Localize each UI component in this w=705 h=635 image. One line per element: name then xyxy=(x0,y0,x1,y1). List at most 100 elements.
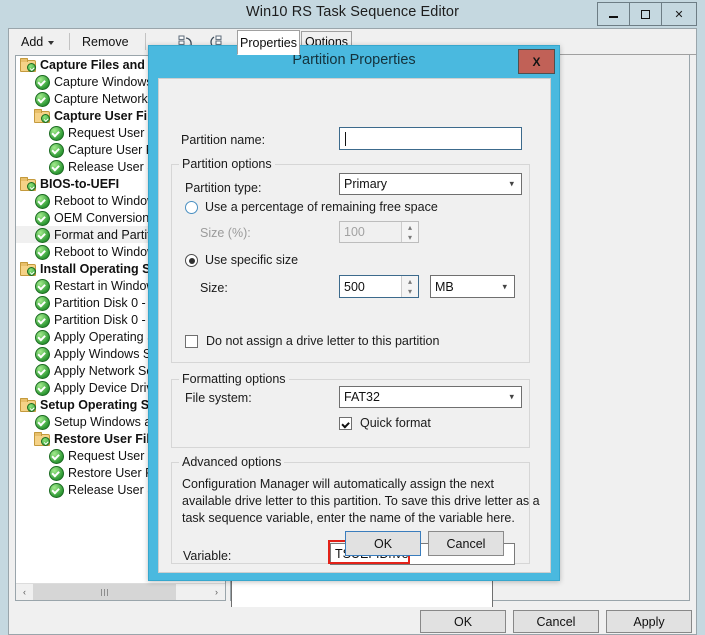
partition-type-combo[interactable]: Primary ▾ xyxy=(339,173,522,195)
partition-options-group-title: Partition options xyxy=(179,157,275,171)
spinner-up-icon[interactable]: ▴ xyxy=(402,276,418,287)
folder-group-icon xyxy=(34,431,50,446)
folder-group-icon xyxy=(34,108,50,123)
close-button[interactable]: ✕ xyxy=(661,2,697,26)
tree-item-label: Capture User Fi xyxy=(68,142,157,157)
enabled-step-icon xyxy=(34,295,50,311)
tab-properties[interactable]: Properties xyxy=(237,30,300,55)
formatting-options-group-title: Formatting options xyxy=(179,372,289,386)
chevron-left-icon: ‹ xyxy=(23,587,26,597)
dialog-close-button[interactable]: X xyxy=(518,49,555,74)
tree-item-label: Restore User Fil xyxy=(54,431,150,446)
tree-item-label: Apply Windows Set xyxy=(54,346,162,361)
dialog-titlebar: Partition Properties X xyxy=(149,46,559,78)
enabled-badge-icon xyxy=(41,114,50,123)
scroll-left-button[interactable]: ‹ xyxy=(16,584,33,600)
no-drive-letter-checkbox[interactable] xyxy=(185,335,198,348)
maximize-icon xyxy=(641,9,650,19)
folder-group-icon xyxy=(20,261,36,276)
enabled-step-icon xyxy=(34,380,50,396)
spinner-down-icon[interactable]: ▾ xyxy=(402,232,418,242)
file-system-combo[interactable]: FAT32 ▾ xyxy=(339,386,522,408)
close-icon: ✕ xyxy=(674,8,684,21)
folder-group-icon xyxy=(20,397,36,412)
enabled-step-icon xyxy=(34,244,50,260)
dialog-button-bar: OK Cancel Apply xyxy=(8,607,697,635)
enabled-badge-icon xyxy=(41,437,50,446)
tree-horizontal-scrollbar[interactable]: ‹ › xyxy=(16,583,225,600)
enabled-step-icon xyxy=(34,414,50,430)
remove-button-label: Remove xyxy=(82,35,129,49)
enabled-badge-icon xyxy=(27,267,36,276)
percent-size-spin-buttons[interactable]: ▴ ▾ xyxy=(401,222,418,242)
spinner-up-icon[interactable]: ▴ xyxy=(402,222,418,232)
dialog-cancel-button[interactable]: Cancel xyxy=(428,531,504,556)
spinner-down-icon[interactable]: ▾ xyxy=(402,287,418,298)
partition-name-input[interactable] xyxy=(339,127,522,150)
enabled-step-icon xyxy=(48,159,64,175)
grip-line xyxy=(101,588,102,596)
tab-properties-label: Properties xyxy=(240,35,297,50)
specific-size-label: Size: xyxy=(200,281,228,295)
tree-item-label: Install Operating Sy xyxy=(40,261,158,276)
enabled-step-icon xyxy=(34,193,50,209)
size-unit-value: MB xyxy=(435,279,454,294)
maximize-button[interactable] xyxy=(629,2,661,26)
minimize-icon xyxy=(609,16,618,18)
quick-format-checkbox[interactable] xyxy=(339,417,352,430)
main-ok-button[interactable]: OK xyxy=(420,610,506,633)
scroll-right-button[interactable]: › xyxy=(208,584,225,600)
dialog-title: Partition Properties xyxy=(292,52,416,68)
grip-line xyxy=(104,588,105,596)
grip-line xyxy=(107,588,108,596)
minimize-button[interactable] xyxy=(597,2,629,26)
tree-item-label: Restore User Fi xyxy=(68,465,156,480)
partition-properties-dialog: Partition Properties X Partition name: P… xyxy=(148,45,560,581)
enabled-step-icon xyxy=(48,465,64,481)
use-specific-size-radio[interactable] xyxy=(185,254,198,267)
tree-item-label: Reboot to Windows xyxy=(54,244,163,259)
enabled-badge-icon xyxy=(27,182,36,191)
tree-item-label: Release User S xyxy=(68,159,156,174)
enabled-step-icon xyxy=(34,312,50,328)
tree-item-label: Release User S xyxy=(68,482,156,497)
tree-item-label: Partition Disk 0 - BI xyxy=(54,295,161,310)
main-apply-button[interactable]: Apply xyxy=(606,610,692,633)
add-button[interactable]: Add xyxy=(15,32,60,52)
main-ok-label: OK xyxy=(453,614,473,629)
folder-group-icon xyxy=(20,57,36,72)
tree-item-label: Restart in Windows xyxy=(54,278,162,293)
tree-item-label: Apply Device Drive xyxy=(54,380,160,395)
chevron-down-icon xyxy=(48,41,55,45)
enabled-badge-icon xyxy=(27,403,36,412)
toolbar-separator-1 xyxy=(69,33,70,50)
add-button-label: Add xyxy=(21,35,44,49)
main-apply-label: Apply xyxy=(633,614,665,629)
tree-item-label: Setup Operating Sys xyxy=(40,397,163,412)
tree-item-label: Request User S xyxy=(68,448,157,463)
enabled-step-icon xyxy=(48,448,64,464)
scrollbar-thumb[interactable] xyxy=(33,584,176,600)
no-drive-letter-label: Do not assign a drive letter to this par… xyxy=(206,334,440,348)
task-sequence-editor-window: Win10 RS Task Sequence Editor ✕ Add Remo… xyxy=(0,0,705,635)
main-cancel-button[interactable]: Cancel xyxy=(513,610,599,633)
dialog-ok-label: OK xyxy=(373,536,393,551)
dialog-body: Partition name: Partition options Partit… xyxy=(158,78,551,573)
window-titlebar: Win10 RS Task Sequence Editor ✕ xyxy=(0,0,705,28)
size-unit-combo[interactable]: MB ▾ xyxy=(430,275,515,298)
percent-size-spinner[interactable]: 100 ▴ ▾ xyxy=(339,221,419,243)
advanced-options-group-title: Advanced options xyxy=(179,455,285,469)
percent-size-value: 100 xyxy=(344,225,365,239)
specific-size-spinner[interactable]: 500 ▴ ▾ xyxy=(339,275,419,298)
chevron-down-icon: ▾ xyxy=(509,178,514,189)
specific-size-spin-buttons[interactable]: ▴ ▾ xyxy=(401,276,418,297)
toolbar-separator-2 xyxy=(145,33,146,50)
main-cancel-label: Cancel xyxy=(536,614,576,629)
remove-button[interactable]: Remove xyxy=(76,32,135,52)
chevron-down-icon: ▾ xyxy=(502,281,507,291)
dialog-ok-button[interactable]: OK xyxy=(345,531,421,556)
enabled-step-icon xyxy=(48,125,64,141)
enabled-step-icon xyxy=(34,227,50,243)
close-icon: X xyxy=(532,54,541,69)
use-percentage-radio[interactable] xyxy=(185,201,198,214)
